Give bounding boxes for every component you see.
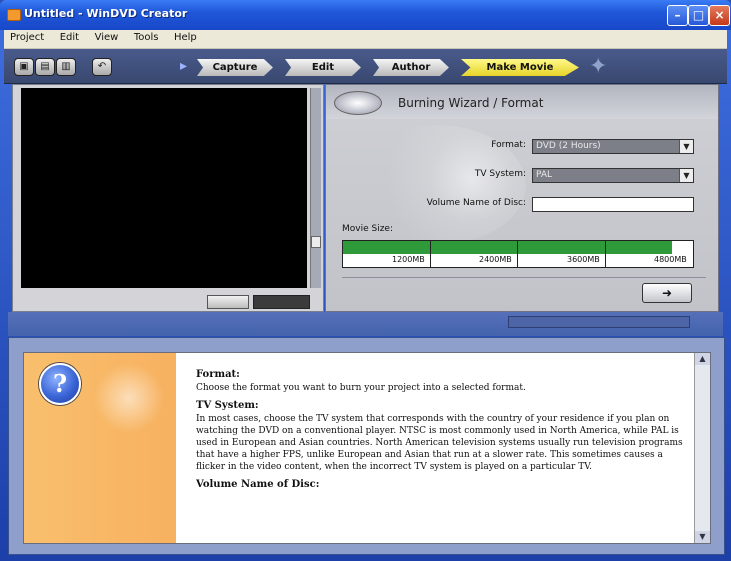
help-question-icon: ? [39, 363, 81, 405]
tv-system-label: TV System: [474, 169, 526, 179]
help-sidebar: ? [24, 353, 176, 543]
help-text: Format: Choose the format you want to bu… [196, 363, 686, 539]
size-tick-label: 3600MB [567, 255, 600, 264]
format-value: DVD (2 Hours) [536, 141, 601, 151]
save-project-icon[interactable]: ▥ [56, 58, 76, 76]
wizard-header: Burning Wizard / Format [326, 85, 718, 119]
menu-tools[interactable]: Tools [128, 30, 165, 43]
preview-control-button[interactable] [207, 295, 249, 309]
chevron-down-icon[interactable]: ▼ [679, 140, 693, 153]
wizard-title: Burning Wizard / Format [398, 96, 544, 110]
movie-size-meter: 1200MB 2400MB 3600MB 4800MB [342, 240, 694, 268]
app-icon [7, 9, 21, 21]
help-body-format: Choose the format you want to burn your … [196, 383, 526, 393]
tv-system-select[interactable]: PAL ▼ [532, 168, 694, 183]
size-tick [605, 241, 606, 267]
size-tick-label: 1200MB [392, 255, 425, 264]
scroll-down-icon[interactable]: ▼ [695, 531, 710, 543]
help-body-tv-system: In most cases, choose the TV system that… [196, 414, 683, 472]
volume-name-input[interactable] [532, 197, 694, 212]
new-project-icon[interactable]: ▣ [14, 58, 34, 76]
step-author[interactable]: Author [373, 59, 449, 76]
window-title: Untitled - WinDVD Creator [24, 7, 188, 20]
help-heading-tv-system: TV System: [196, 400, 259, 411]
toolbar: ▣ ▤ ▥ ↶ ▸ Capture Edit Author Make Movie… [4, 49, 727, 84]
help-scrollbar[interactable]: ▲ ▼ [694, 353, 710, 543]
scroll-up-icon[interactable]: ▲ [695, 353, 710, 365]
video-preview [21, 88, 307, 288]
format-label: Format: [491, 140, 526, 150]
burning-wizard-panel: Burning Wizard / Format Format: DVD (2 H… [325, 84, 719, 312]
size-tick [430, 241, 431, 267]
timeline-slot [508, 316, 690, 328]
minimize-button[interactable]: – [667, 5, 688, 26]
menu-help[interactable]: Help [168, 30, 203, 43]
menu-project[interactable]: Project [4, 30, 50, 43]
step-edit[interactable]: Edit [285, 59, 361, 76]
help-decoration [94, 363, 164, 433]
chevron-down-icon[interactable]: ▼ [679, 169, 693, 182]
decor-icon: ✦ [589, 54, 608, 79]
movie-size-label: Movie Size: [342, 224, 394, 234]
volume-name-label: Volume Name of Disc: [426, 198, 526, 208]
step-capture[interactable]: Capture [197, 59, 273, 76]
undo-icon[interactable]: ↶ [92, 58, 112, 76]
preview-scrollbar[interactable] [310, 88, 321, 288]
help-panel: ? Format: Choose the format you want to … [8, 337, 725, 555]
size-tick-label: 2400MB [479, 255, 512, 264]
scroll-thumb[interactable] [311, 236, 321, 248]
menu-view[interactable]: View [89, 30, 125, 43]
help-heading-format: Format: [196, 369, 240, 380]
title-bar[interactable]: Untitled - WinDVD Creator – □ × [0, 0, 731, 30]
preview-panel [12, 84, 324, 312]
size-tick [517, 241, 518, 267]
wizard-divider [342, 277, 706, 278]
arrow-right-icon: ▸ [180, 58, 188, 74]
size-tick-label: 4800MB [654, 255, 687, 264]
format-select[interactable]: DVD (2 Hours) ▼ [532, 139, 694, 154]
next-button[interactable]: ➜ [642, 283, 692, 303]
close-button[interactable]: × [709, 5, 730, 26]
menu-edit[interactable]: Edit [54, 30, 85, 43]
step-make-movie[interactable]: Make Movie [461, 59, 579, 76]
movie-size-ticks: 1200MB 2400MB 3600MB 4800MB [343, 241, 693, 267]
help-box: ? Format: Choose the format you want to … [23, 352, 711, 544]
help-heading-volume-name: Volume Name of Disc: [196, 479, 320, 490]
menu-bar: Project Edit View Tools Help [4, 30, 727, 49]
maximize-button[interactable]: □ [688, 5, 709, 26]
app-window: Untitled - WinDVD Creator – □ × Project … [0, 0, 731, 561]
preview-counter [253, 295, 310, 309]
tv-system-value: PAL [536, 170, 553, 180]
open-project-icon[interactable]: ▤ [35, 58, 55, 76]
disc-drive-icon [334, 91, 382, 115]
timeline-band [8, 312, 723, 336]
